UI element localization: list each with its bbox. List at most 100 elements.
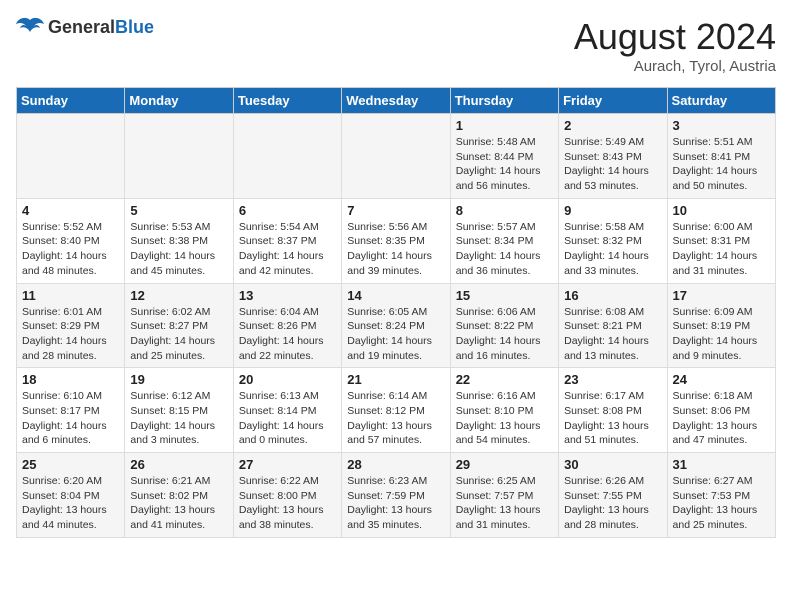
day-number: 20 (239, 372, 336, 387)
day-number: 14 (347, 288, 444, 303)
month-year: August 2024 (574, 16, 776, 58)
calendar-week-row: 18 Sunrise: 6:10 AM Sunset: 8:17 PM Dayli… (17, 368, 776, 453)
calendar-cell: 31 Sunrise: 6:27 AM Sunset: 7:53 PM Dayli… (667, 453, 775, 538)
day-number: 23 (564, 372, 661, 387)
day-info: Sunrise: 6:22 AM Sunset: 8:00 PM Dayligh… (239, 474, 336, 533)
day-number: 9 (564, 203, 661, 218)
day-info: Sunrise: 6:06 AM Sunset: 8:22 PM Dayligh… (456, 305, 553, 364)
calendar-cell: 12 Sunrise: 6:02 AM Sunset: 8:27 PM Dayli… (125, 283, 233, 368)
day-info: Sunrise: 6:26 AM Sunset: 7:55 PM Dayligh… (564, 474, 661, 533)
day-number: 17 (673, 288, 770, 303)
day-info: Sunrise: 6:17 AM Sunset: 8:08 PM Dayligh… (564, 389, 661, 448)
title-block: August 2024 Aurach, Tyrol, Austria (574, 16, 776, 75)
day-number: 27 (239, 457, 336, 472)
day-number: 22 (456, 372, 553, 387)
day-number: 15 (456, 288, 553, 303)
day-number: 26 (130, 457, 227, 472)
calendar-cell: 18 Sunrise: 6:10 AM Sunset: 8:17 PM Dayli… (17, 368, 125, 453)
day-info: Sunrise: 5:57 AM Sunset: 8:34 PM Dayligh… (456, 220, 553, 279)
logo: GeneralBlue (16, 16, 154, 38)
day-info: Sunrise: 6:09 AM Sunset: 8:19 PM Dayligh… (673, 305, 770, 364)
day-info: Sunrise: 6:20 AM Sunset: 8:04 PM Dayligh… (22, 474, 119, 533)
calendar-table: SundayMondayTuesdayWednesdayThursdayFrid… (16, 87, 776, 538)
logo-blue: Blue (115, 17, 154, 37)
day-of-week-header: Monday (125, 88, 233, 114)
day-info: Sunrise: 6:23 AM Sunset: 7:59 PM Dayligh… (347, 474, 444, 533)
calendar-cell: 14 Sunrise: 6:05 AM Sunset: 8:24 PM Dayli… (342, 283, 450, 368)
day-number: 30 (564, 457, 661, 472)
day-info: Sunrise: 6:27 AM Sunset: 7:53 PM Dayligh… (673, 474, 770, 533)
day-of-week-header: Friday (559, 88, 667, 114)
calendar-cell: 21 Sunrise: 6:14 AM Sunset: 8:12 PM Dayli… (342, 368, 450, 453)
day-number: 11 (22, 288, 119, 303)
day-info: Sunrise: 5:48 AM Sunset: 8:44 PM Dayligh… (456, 135, 553, 194)
calendar-cell: 15 Sunrise: 6:06 AM Sunset: 8:22 PM Dayli… (450, 283, 558, 368)
calendar-cell: 23 Sunrise: 6:17 AM Sunset: 8:08 PM Dayli… (559, 368, 667, 453)
day-number: 10 (673, 203, 770, 218)
calendar-cell: 9 Sunrise: 5:58 AM Sunset: 8:32 PM Daylig… (559, 198, 667, 283)
logo-general: General (48, 17, 115, 37)
location: Aurach, Tyrol, Austria (574, 58, 776, 75)
day-info: Sunrise: 6:00 AM Sunset: 8:31 PM Dayligh… (673, 220, 770, 279)
calendar-cell: 16 Sunrise: 6:08 AM Sunset: 8:21 PM Dayli… (559, 283, 667, 368)
day-number: 21 (347, 372, 444, 387)
day-info: Sunrise: 6:16 AM Sunset: 8:10 PM Dayligh… (456, 389, 553, 448)
day-number: 18 (22, 372, 119, 387)
day-of-week-header: Sunday (17, 88, 125, 114)
day-number: 16 (564, 288, 661, 303)
day-info: Sunrise: 6:04 AM Sunset: 8:26 PM Dayligh… (239, 305, 336, 364)
day-info: Sunrise: 5:51 AM Sunset: 8:41 PM Dayligh… (673, 135, 770, 194)
calendar-cell: 8 Sunrise: 5:57 AM Sunset: 8:34 PM Daylig… (450, 198, 558, 283)
calendar-cell: 22 Sunrise: 6:16 AM Sunset: 8:10 PM Dayli… (450, 368, 558, 453)
day-number: 31 (673, 457, 770, 472)
day-info: Sunrise: 6:25 AM Sunset: 7:57 PM Dayligh… (456, 474, 553, 533)
calendar-cell: 26 Sunrise: 6:21 AM Sunset: 8:02 PM Dayli… (125, 453, 233, 538)
calendar-cell: 25 Sunrise: 6:20 AM Sunset: 8:04 PM Dayli… (17, 453, 125, 538)
calendar-cell: 1Sunrise: 5:48 AM Sunset: 8:44 PM Daylig… (450, 114, 558, 199)
calendar-week-row: 1Sunrise: 5:48 AM Sunset: 8:44 PM Daylig… (17, 114, 776, 199)
day-info: Sunrise: 6:13 AM Sunset: 8:14 PM Dayligh… (239, 389, 336, 448)
day-info: Sunrise: 6:08 AM Sunset: 8:21 PM Dayligh… (564, 305, 661, 364)
day-number: 25 (22, 457, 119, 472)
calendar-cell: 29 Sunrise: 6:25 AM Sunset: 7:57 PM Dayli… (450, 453, 558, 538)
logo-bird-icon (16, 16, 44, 38)
calendar-cell: 13 Sunrise: 6:04 AM Sunset: 8:26 PM Dayli… (233, 283, 341, 368)
day-info: Sunrise: 6:01 AM Sunset: 8:29 PM Dayligh… (22, 305, 119, 364)
calendar-week-row: 4Sunrise: 5:52 AM Sunset: 8:40 PM Daylig… (17, 198, 776, 283)
calendar-cell: 30 Sunrise: 6:26 AM Sunset: 7:55 PM Dayli… (559, 453, 667, 538)
calendar-cell: 2 Sunrise: 5:49 AM Sunset: 8:43 PM Daylig… (559, 114, 667, 199)
day-of-week-header: Wednesday (342, 88, 450, 114)
calendar-cell: 4Sunrise: 5:52 AM Sunset: 8:40 PM Daylig… (17, 198, 125, 283)
day-of-week-header: Thursday (450, 88, 558, 114)
day-number: 8 (456, 203, 553, 218)
day-of-week-header: Tuesday (233, 88, 341, 114)
day-number: 6 (239, 203, 336, 218)
calendar-cell (17, 114, 125, 199)
calendar-cell (125, 114, 233, 199)
day-number: 19 (130, 372, 227, 387)
day-number: 12 (130, 288, 227, 303)
calendar-cell: 24Sunrise: 6:18 AM Sunset: 8:06 PM Dayli… (667, 368, 775, 453)
day-number: 3 (673, 118, 770, 133)
day-info: Sunrise: 6:14 AM Sunset: 8:12 PM Dayligh… (347, 389, 444, 448)
day-info: Sunrise: 6:12 AM Sunset: 8:15 PM Dayligh… (130, 389, 227, 448)
day-info: Sunrise: 6:10 AM Sunset: 8:17 PM Dayligh… (22, 389, 119, 448)
calendar-cell (342, 114, 450, 199)
day-info: Sunrise: 6:21 AM Sunset: 8:02 PM Dayligh… (130, 474, 227, 533)
day-info: Sunrise: 5:52 AM Sunset: 8:40 PM Dayligh… (22, 220, 119, 279)
calendar-cell: 7Sunrise: 5:56 AM Sunset: 8:35 PM Daylig… (342, 198, 450, 283)
day-number: 13 (239, 288, 336, 303)
calendar-header-row: SundayMondayTuesdayWednesdayThursdayFrid… (17, 88, 776, 114)
day-info: Sunrise: 5:49 AM Sunset: 8:43 PM Dayligh… (564, 135, 661, 194)
day-number: 24 (673, 372, 770, 387)
day-number: 2 (564, 118, 661, 133)
logo-text: GeneralBlue (48, 17, 154, 38)
calendar-cell (233, 114, 341, 199)
day-number: 29 (456, 457, 553, 472)
day-info: Sunrise: 6:02 AM Sunset: 8:27 PM Dayligh… (130, 305, 227, 364)
day-info: Sunrise: 6:05 AM Sunset: 8:24 PM Dayligh… (347, 305, 444, 364)
calendar-cell: 5Sunrise: 5:53 AM Sunset: 8:38 PM Daylig… (125, 198, 233, 283)
day-info: Sunrise: 5:58 AM Sunset: 8:32 PM Dayligh… (564, 220, 661, 279)
calendar-cell: 19 Sunrise: 6:12 AM Sunset: 8:15 PM Dayli… (125, 368, 233, 453)
day-number: 5 (130, 203, 227, 218)
